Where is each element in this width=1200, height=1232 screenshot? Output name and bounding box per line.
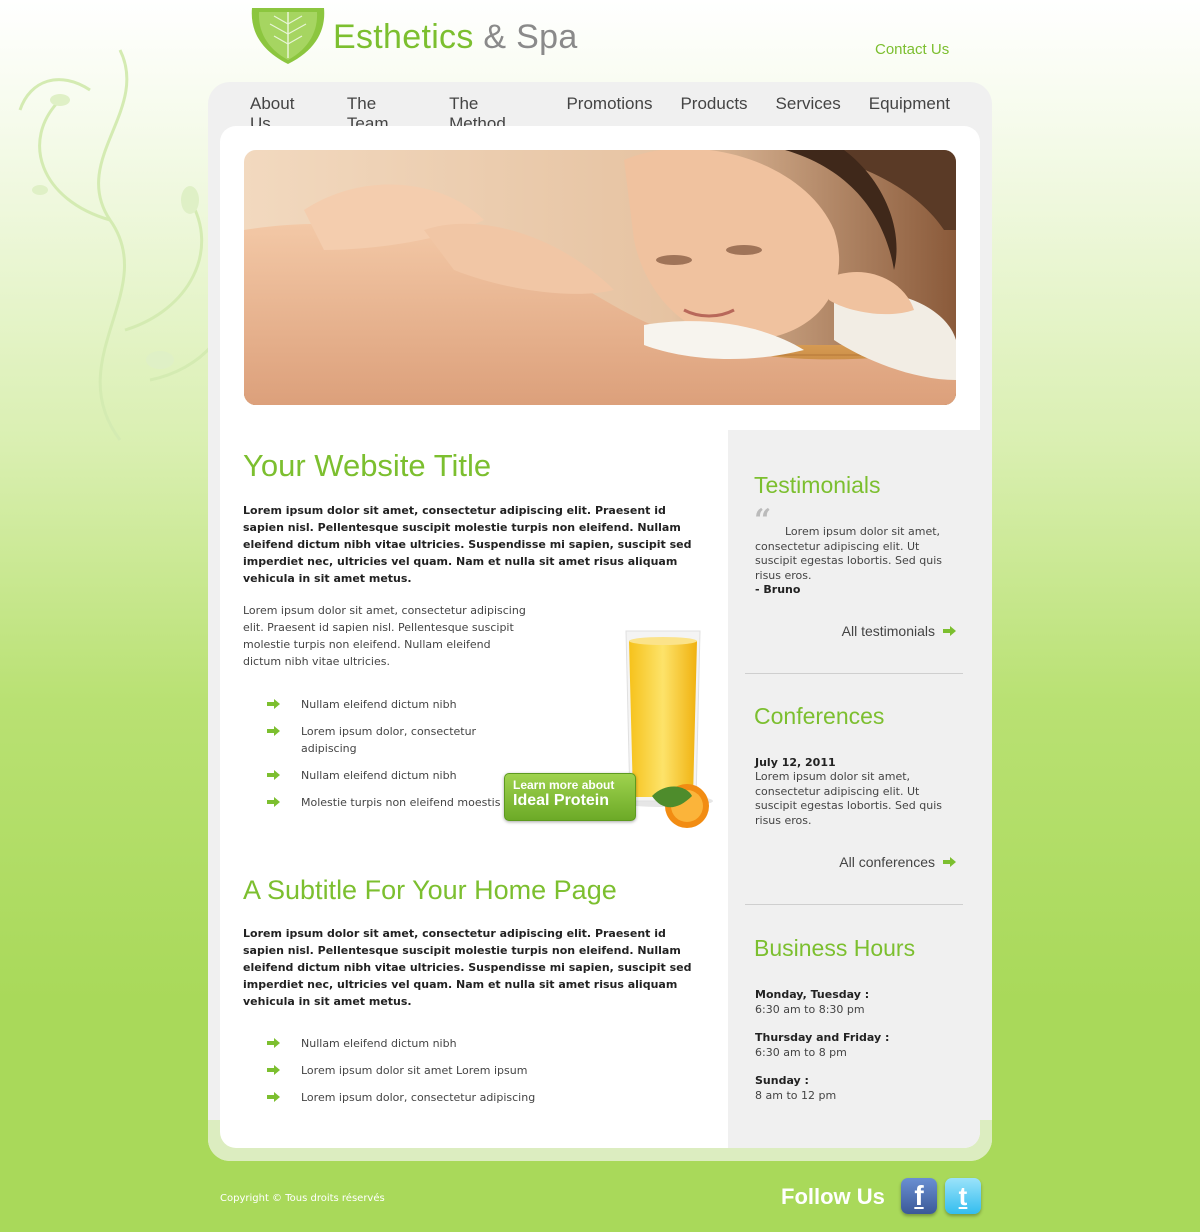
green-arrow-icon (267, 1092, 280, 1102)
sidebar-divider (745, 673, 963, 674)
leaf-logo-icon (251, 8, 325, 64)
follow-us-label: Follow Us (781, 1184, 885, 1209)
green-arrow-icon (267, 797, 280, 807)
green-arrow-icon (943, 626, 956, 636)
promo-line-1: Learn more about (513, 778, 615, 792)
list-item-text: Nullam eleifend dictum nibh (301, 698, 457, 711)
list-item: Nullam eleifend dictum nibh (267, 1035, 567, 1052)
contact-us-link[interactable]: Contact Us (875, 41, 949, 58)
list-item-text: Molestie turpis non eleifend moestis (301, 796, 501, 809)
green-arrow-icon (267, 1038, 280, 1048)
hours-days: Thursday and Friday : (755, 1031, 890, 1044)
testimonials-heading: Testimonials (754, 472, 881, 498)
nav-item-about-us[interactable]: About Us (236, 92, 333, 133)
conference-text: Lorem ipsum dolor sit amet, consectetur … (755, 770, 942, 827)
all-conferences-link[interactable]: All conferences (839, 854, 956, 870)
content-area: Your Website Title Lorem ipsum dolor sit… (220, 126, 980, 1148)
green-arrow-icon (267, 726, 280, 736)
page-title: Your Website Title (243, 448, 492, 483)
green-arrow-icon (267, 1065, 280, 1075)
list-item-text: Lorem ipsum dolor, consectetur adipiscin… (301, 1091, 536, 1104)
promo-line-2: Ideal Protein (513, 792, 610, 809)
logo-ampersand: & (483, 18, 507, 56)
list-item-text: Nullam eleifend dictum nibh (301, 1037, 457, 1050)
all-testimonials-label: All testimonials (841, 623, 935, 639)
logo-word-esthetics: Esthetics (333, 18, 474, 56)
list-item-text: Lorem ipsum dolor sit amet Lorem ipsum (301, 1064, 528, 1077)
hours-time: 6:30 am to 8:30 pm (755, 1003, 865, 1016)
nav-item-products[interactable]: Products (666, 92, 761, 120)
list-item: Molestie turpis non eleifend moestis (267, 794, 507, 811)
copyright-text: Copyright © Tous droits réservés (220, 1193, 385, 1204)
twitter-icon[interactable]: t (945, 1178, 981, 1214)
feature-list-2: Nullam eleifend dictum nibh Lorem ipsum … (267, 1035, 567, 1116)
list-item: Lorem ipsum dolor, consectetur adipiscin… (267, 1089, 567, 1106)
site-logo-text[interactable]: Esthetics & Spa (333, 18, 578, 57)
list-item-text: Lorem ipsum dolor, consectetur adipiscin… (301, 725, 477, 755)
main-navigation: About Us The Team The Method Promotions … (236, 92, 964, 133)
green-arrow-icon (267, 770, 280, 780)
testimonial-author: - Bruno (755, 583, 801, 596)
testimonial-text: Lorem ipsum dolor sit amet, consectetur … (755, 525, 942, 582)
intro-paragraph: Lorem ipsum dolor sit amet, consectetur … (243, 604, 526, 668)
sidebar-divider (745, 904, 963, 905)
hours-days: Monday, Tuesday : (755, 988, 870, 1001)
green-arrow-icon (943, 857, 956, 867)
feature-list-1: Nullam eleifend dictum nibh Lorem ipsum … (267, 696, 507, 821)
nav-item-equipment[interactable]: Equipment (855, 92, 964, 120)
facebook-icon[interactable]: f (901, 1178, 937, 1214)
nav-item-services[interactable]: Services (762, 92, 855, 120)
hours-days: Sunday : (755, 1074, 809, 1087)
page-subtitle: A Subtitle For Your Home Page (243, 875, 617, 905)
hero-massage-image (244, 150, 956, 405)
list-item: Lorem ipsum dolor sit amet Lorem ipsum (267, 1062, 567, 1079)
conferences-heading: Conferences (754, 703, 885, 729)
hours-time: 8 am to 12 pm (755, 1089, 837, 1102)
intro-bold-paragraph: Lorem ipsum dolor sit amet, consectetur … (243, 504, 692, 585)
subtitle-bold-paragraph: Lorem ipsum dolor sit amet, consectetur … (243, 927, 692, 1008)
nav-item-promotions[interactable]: Promotions (552, 92, 666, 120)
list-item: Lorem ipsum dolor, consectetur adipiscin… (267, 723, 507, 757)
list-item: Nullam eleifend dictum nibh (267, 696, 507, 713)
list-item-text: Nullam eleifend dictum nibh (301, 769, 457, 782)
business-hours-heading: Business Hours (754, 935, 916, 961)
nav-item-the-team[interactable]: The Team (333, 92, 435, 133)
all-conferences-label: All conferences (839, 854, 935, 870)
logo-word-spa: Spa (516, 18, 578, 56)
conference-date: July 12, 2011 (755, 756, 836, 769)
nav-item-the-method[interactable]: The Method (435, 92, 552, 133)
hours-time: 6:30 am to 8 pm (755, 1046, 847, 1059)
all-testimonials-link[interactable]: All testimonials (842, 623, 956, 639)
list-item: Nullam eleifend dictum nibh (267, 767, 507, 784)
ideal-protein-promo-button[interactable]: Learn more about Ideal Protein (504, 773, 636, 821)
green-arrow-icon (267, 699, 280, 709)
